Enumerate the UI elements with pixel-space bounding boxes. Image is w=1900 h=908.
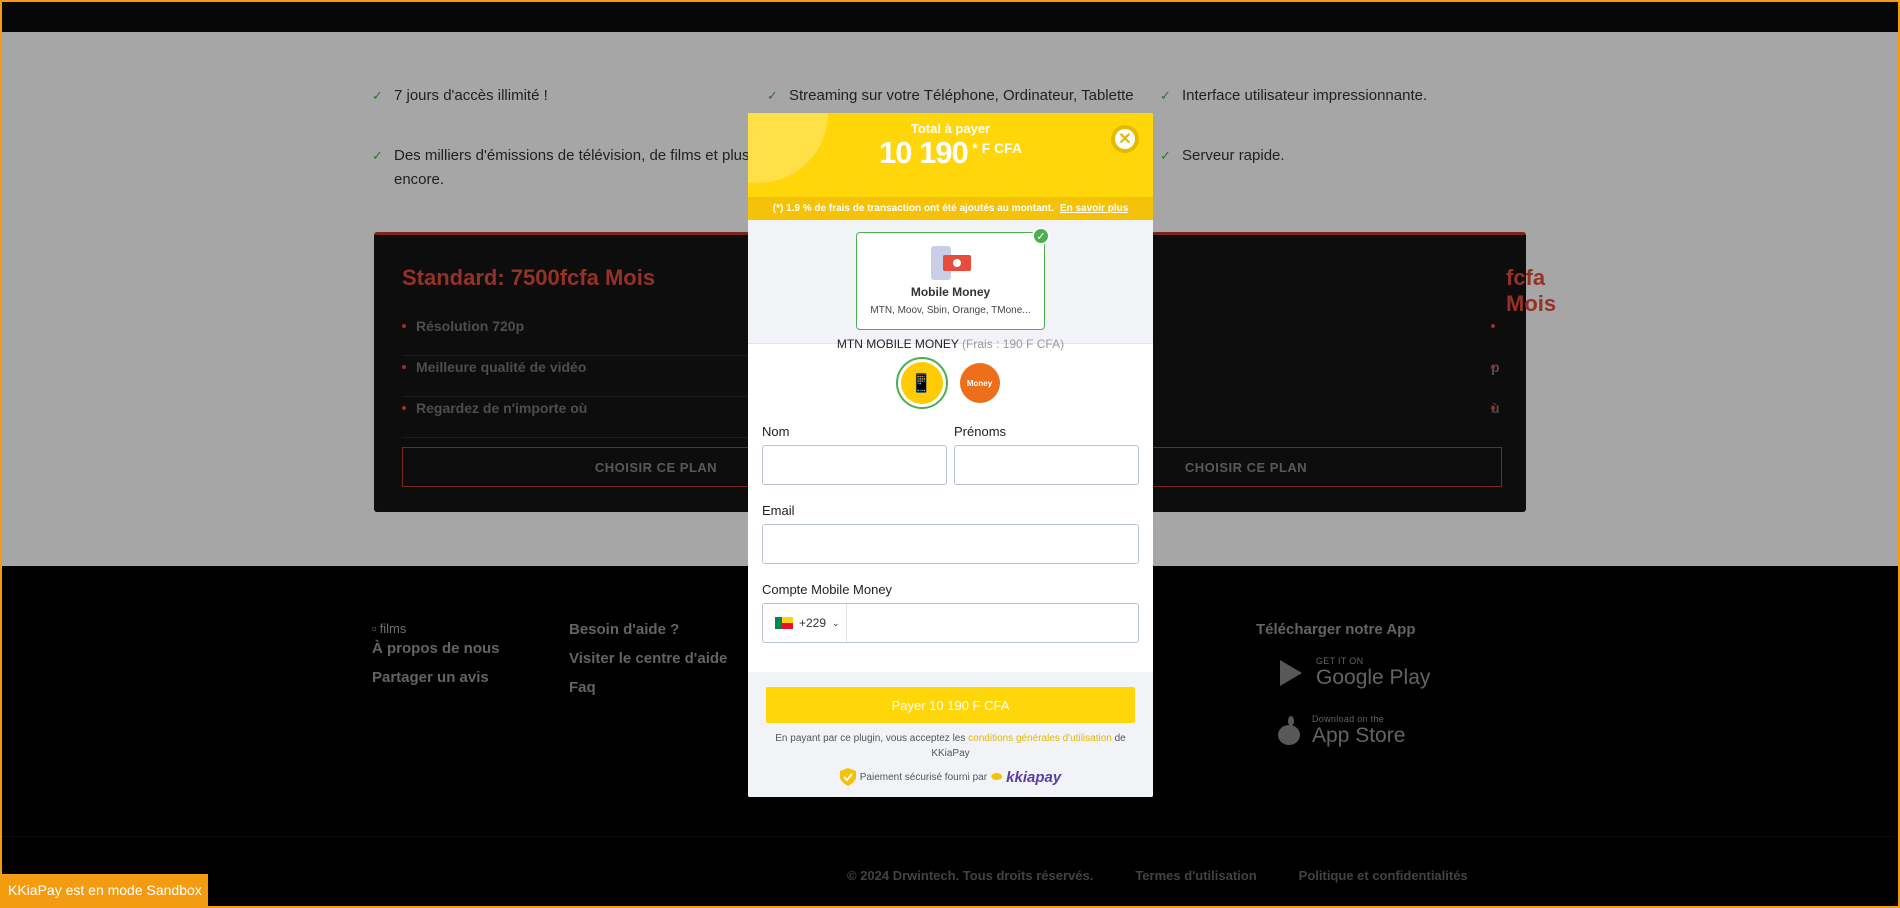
operator-line: MTN MOBILE MONEY (Frais : 190 F CFA): [748, 337, 1153, 351]
selected-check-icon: ✓: [1032, 227, 1050, 245]
mobile-money-icon: [931, 246, 971, 280]
prenoms-label: Prénoms: [954, 424, 1007, 439]
payment-methods: ✓ Mobile Money MTN, Moov, Sbin, Orange, …: [748, 220, 1153, 344]
total-amount: 10 190 * F CFA: [748, 135, 1153, 171]
name-row: Nom Prénoms: [762, 424, 1139, 485]
sandbox-badge: KKiaPay est en mode Sandbox: [2, 874, 208, 906]
fee-note: (*) 1.9 % de frais de transaction ont ét…: [772, 203, 1054, 214]
country-code-select[interactable]: +229 ⌄: [763, 604, 847, 642]
nom-group: Nom: [762, 424, 947, 485]
phone-field: +229 ⌄: [762, 603, 1139, 643]
total-currency: * F CFA: [972, 140, 1023, 156]
kkiapay-brand: kkiapay: [1006, 768, 1062, 786]
operator-logos: 📱 Money: [748, 357, 1153, 409]
email-input[interactable]: [762, 524, 1139, 564]
operator-name: MTN MOBILE MONEY: [836, 337, 959, 351]
payment-modal: Total à payer 10 190 * F CFA ✕ (*) 1.9 %…: [748, 113, 1153, 797]
total-label: Total à payer: [910, 121, 991, 136]
terms-text: En payant par ce plugin, vous acceptez l…: [768, 731, 1133, 761]
operator-fee: (Frais : 190 F CFA): [962, 337, 1065, 351]
account-group: Compte Mobile Money +229 ⌄: [762, 582, 1139, 643]
close-button[interactable]: ✕: [1111, 125, 1139, 153]
benin-flag-icon: [775, 617, 793, 629]
method-name: Mobile Money: [910, 285, 991, 299]
nom-label: Nom: [762, 424, 790, 439]
pay-footer: Payer 10 190 F CFA En payant par ce plug…: [748, 672, 1153, 797]
fee-notice: (*) 1.9 % de frais de transaction ont ét…: [748, 197, 1153, 220]
total-value: 10 190: [878, 135, 969, 170]
moov-option[interactable]: Money: [954, 357, 1006, 409]
prenoms-input[interactable]: [954, 445, 1139, 485]
mtn-logo-icon: 📱: [900, 362, 943, 404]
payment-form: Nom Prénoms Email Compte Mobile Money +2…: [762, 424, 1139, 661]
method-mobile-money[interactable]: ✓ Mobile Money MTN, Moov, Sbin, Orange, …: [856, 227, 1050, 330]
modal-header: Total à payer 10 190 * F CFA ✕: [748, 113, 1153, 197]
nom-input[interactable]: [762, 445, 947, 485]
method-operators: MTN, Moov, Sbin, Orange, TMone...: [870, 305, 1031, 316]
secure-payment-note: Paiement sécurisé fourni par ⬬ kkiapay: [748, 768, 1153, 786]
account-label: Compte Mobile Money: [762, 582, 893, 597]
chevron-down-icon: ⌄: [832, 617, 840, 628]
prenoms-group: Prénoms: [954, 424, 1139, 485]
shield-icon: [839, 768, 856, 786]
secure-text: Paiement sécurisé fourni par: [859, 771, 988, 783]
phone-number-input[interactable]: [847, 604, 1138, 642]
pay-button[interactable]: Payer 10 190 F CFA: [766, 687, 1135, 723]
email-group: Email: [762, 503, 1139, 564]
moov-logo-icon: Money: [959, 363, 1000, 403]
mtn-option[interactable]: 📱: [895, 357, 948, 409]
browser-frame: ✓ 7 jours d'accès illimité ! ✓ Streaming s…: [0, 0, 1900, 908]
terms-link[interactable]: conditions générales d'utilisation: [968, 733, 1112, 744]
terms-prefix: En payant par ce plugin, vous acceptez l…: [775, 733, 966, 744]
close-icon: ✕: [1118, 131, 1132, 148]
email-label: Email: [762, 503, 795, 518]
learn-more-link[interactable]: En savoir plus: [1060, 203, 1128, 214]
country-code: +229: [799, 616, 827, 630]
kkiapay-logo-icon: ⬬: [991, 769, 1003, 784]
